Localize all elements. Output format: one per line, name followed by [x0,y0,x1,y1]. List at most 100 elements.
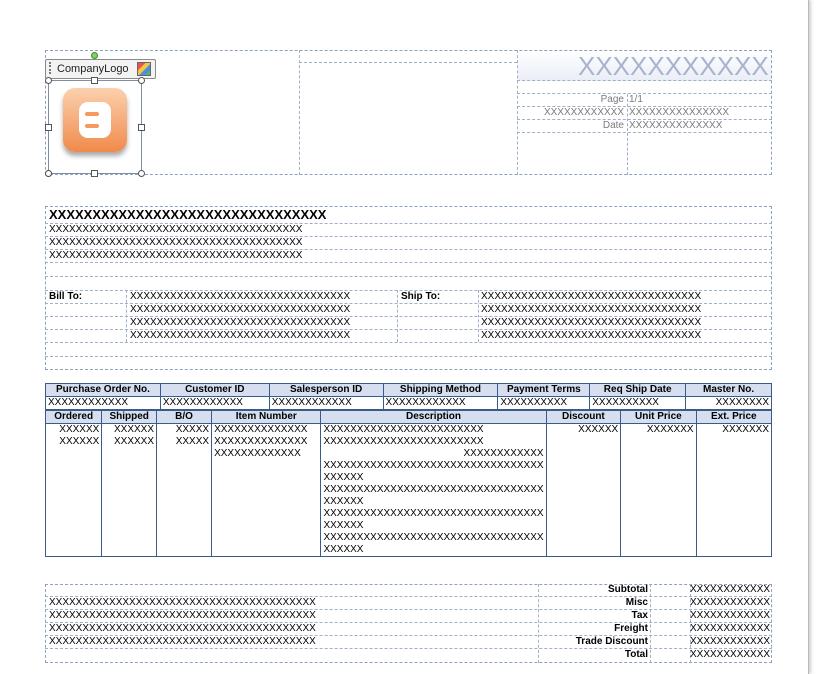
ext-price-header: Ext. Price [695,410,773,424]
resize-handle-tm[interactable] [91,77,98,84]
payment-terms-header: Payment Terms [497,383,591,397]
misc-label: Misc [625,597,648,608]
date-label: Date [602,120,624,131]
bo-cell: XXXXX [156,423,213,437]
bo-cell [156,447,213,461]
note-line-2: XXXXXXXXXXXXXXXXXXXXXXXXXXXXXXXXXXXXXXXX [49,610,316,621]
rotate-handle[interactable] [91,52,98,59]
unit-price-header: Unit Price [620,410,697,424]
company-name: XXXXXXXXXXXXXXXXXXXXXXXXXXXXXXXX [49,207,327,222]
description-cell: XXXXXXXXXXXXXXXXXXXXXXXX [320,435,547,449]
image-settings-icon[interactable] [137,62,151,76]
bill-to-line-1: XXXXXXXXXXXXXXXXXXXXXXXXXXXXXXXXX [130,291,351,302]
ship-to-line-2: XXXXXXXXXXXXXXXXXXXXXXXXXXXXXXXXX [481,304,702,315]
note-line-3: XXXXXXXXXXXXXXXXXXXXXXXXXXXXXXXXXXXXXXXX [49,623,316,634]
description-cell: XXXXXXXXXXXX [320,447,547,461]
master-no-header: Master No. [685,383,772,397]
resize-handle-bm[interactable] [91,170,98,177]
company-line-2: XXXXXXXXXXXXXXXXXXXXXXXXXXXXXXXXXXXXXX [49,237,303,248]
table-row: XXXXXXXXXXXXXXXXXXXXXXXXXXXXXXXXX XXXXXX [44,459,773,485]
shipping-method-value: XXXXXXXXXXXX [382,396,499,410]
po-number-value: XXXXXXXXXXXX [45,396,161,410]
table-row: XXXXXX XXXXXX XXXXX XXXXXXXXXXXXXX XXXXX… [44,423,773,437]
discount-cell [545,435,622,449]
resize-handle-br[interactable] [138,170,145,177]
company-line-3: XXXXXXXXXXXXXXXXXXXXXXXXXXXXXXXXXXXXXX [49,250,303,261]
description-header: Description [320,410,547,424]
bill-to-label: Bill To: [49,291,83,302]
bill-to-line-4: XXXXXXXXXXXXXXXXXXXXXXXXXXXXXXXXX [130,330,351,341]
item-number-header: Item Number [211,410,322,424]
ext-price-cell [695,435,773,449]
description-cell: XXXXXXXXXXXXXXXXXXXXXXXXXXXXXXXXX XXXXXX [320,459,547,485]
trade-discount-label: Trade Discount [575,636,648,647]
item-number-cell: XXXXXXXXXXXXX [211,447,322,461]
discount-cell: XXXXXX [545,423,622,437]
resize-handle-bl[interactable] [45,170,52,177]
ordered-cell [44,447,103,461]
table-row: XXXXXX XXXXXX XXXXX XXXXXXXXXXXXXX XXXXX… [44,435,773,449]
subtotal-label: Subtotal [608,584,648,595]
logo-label: CompanyLogo [57,63,129,75]
salesperson-id-value: XXXXXXXXXXXX [268,396,384,410]
bo-cell: XXXXX [156,435,213,449]
table-row: XXXXXXXXXXXXX XXXXXXXXXXXX [44,447,773,461]
shipped-cell: XXXXXX [101,435,158,449]
payment-terms-value: XXXXXXXXXX [497,396,591,410]
customer-id-value: XXXXXXXXXXXX [159,396,270,410]
tax-label: Tax [631,610,649,621]
total-label: Total [624,649,648,660]
misc-value: XXXXXXXXXXXX [690,597,770,608]
freight-value: XXXXXXXXXXXX [690,623,770,634]
item-number-cell: XXXXXXXXXXXXXX [211,435,322,449]
master-no-value: XXXXXXXX [685,396,772,410]
ordered-cell: XXXXXX [44,423,103,437]
resize-handle-tr[interactable] [138,77,145,84]
resize-handle-tl2[interactable] [45,77,52,84]
ship-to-line-1: XXXXXXXXXXXXXXXXXXXXXXXXXXXXXXXXX [481,291,702,302]
discount-header: Discount [545,410,622,424]
shipped-cell: XXXXXX [101,423,158,437]
resize-handle-mr[interactable] [138,124,145,131]
ext-price-cell: XXXXXXX [695,423,773,437]
number-value: XXXXXXXXXXXXXXX [629,107,730,118]
req-ship-date-value: XXXXXXXXXX [589,396,687,410]
trade-discount-value: XXXXXXXXXXXX [690,636,770,647]
resize-handle-ml[interactable] [45,124,52,131]
unit-price-cell [620,435,697,449]
ext-price-cell [695,447,773,461]
note-line-1: XXXXXXXXXXXXXXXXXXXXXXXXXXXXXXXXXXXXXXXX [49,597,316,608]
table-row: XXXXXXXXXXXXXXXXXXXXXXXXXXXXXXXXX XXXXXX [44,531,773,557]
req-ship-date-header: Req Ship Date [589,383,687,397]
ship-to-label: Ship To: [401,291,441,302]
ordered-header: Ordered [44,410,103,424]
customer-id-header: Customer ID [159,383,270,397]
table-row: XXXXXXXXXXXXXXXXXXXXXXXXXXXXXXXXX XXXXXX [44,507,773,533]
order-info-table: Purchase Order No. Customer ID Salespers… [45,383,772,410]
shipped-cell [101,447,158,461]
tax-value: XXXXXXXXXXXX [690,610,770,621]
salesperson-id-header: Salesperson ID [268,383,384,397]
item-number-cell: XXXXXXXXXXXXXX [211,423,322,437]
shipped-header: Shipped [101,410,158,424]
unit-price-cell [620,447,697,461]
bill-to-line-3: XXXXXXXXXXXXXXXXXXXXXXXXXXXXXXXXX [130,317,351,328]
note-line-4: XXXXXXXXXXXXXXXXXXXXXXXXXXXXXXXXXXXXXXXX [49,636,316,647]
unit-price-cell: XXXXXXX [620,423,697,437]
shipping-method-header: Shipping Method [382,383,499,397]
description-cell: XXXXXXXXXXXXXXXXXXXXXXXXXXXXXXXXX XXXXXX [320,507,547,533]
page-value: 1/1 [629,94,643,105]
total-value: XXXXXXXXXXXX [690,649,770,660]
description-cell: XXXXXXXXXXXXXXXXXXXXXXXXXXXXXXXXX XXXXXX [320,483,547,509]
subtotal-value: XXXXXXXXXXXX [690,584,770,595]
description-cell: XXXXXXXXXXXXXXXXXXXXXXXX [320,423,547,437]
ordered-cell: XXXXXX [44,435,103,449]
line-items-table: Ordered Shipped B/O Item Number Descript… [44,410,773,557]
po-number-header: Purchase Order No. [45,383,161,397]
discount-cell [545,447,622,461]
table-row: XXXXXXXXXXXXXXXXXXXXXXXXXXXXXXXXX XXXXXX [44,483,773,509]
bill-to-line-2: XXXXXXXXXXXXXXXXXXXXXXXXXXXXXXXXX [130,304,351,315]
report-title: XXXXXXXXXXX [578,52,769,80]
date-value: XXXXXXXXXXXXXX [629,120,723,131]
ship-to-line-3: XXXXXXXXXXXXXXXXXXXXXXXXXXXXXXXXX [481,317,702,328]
